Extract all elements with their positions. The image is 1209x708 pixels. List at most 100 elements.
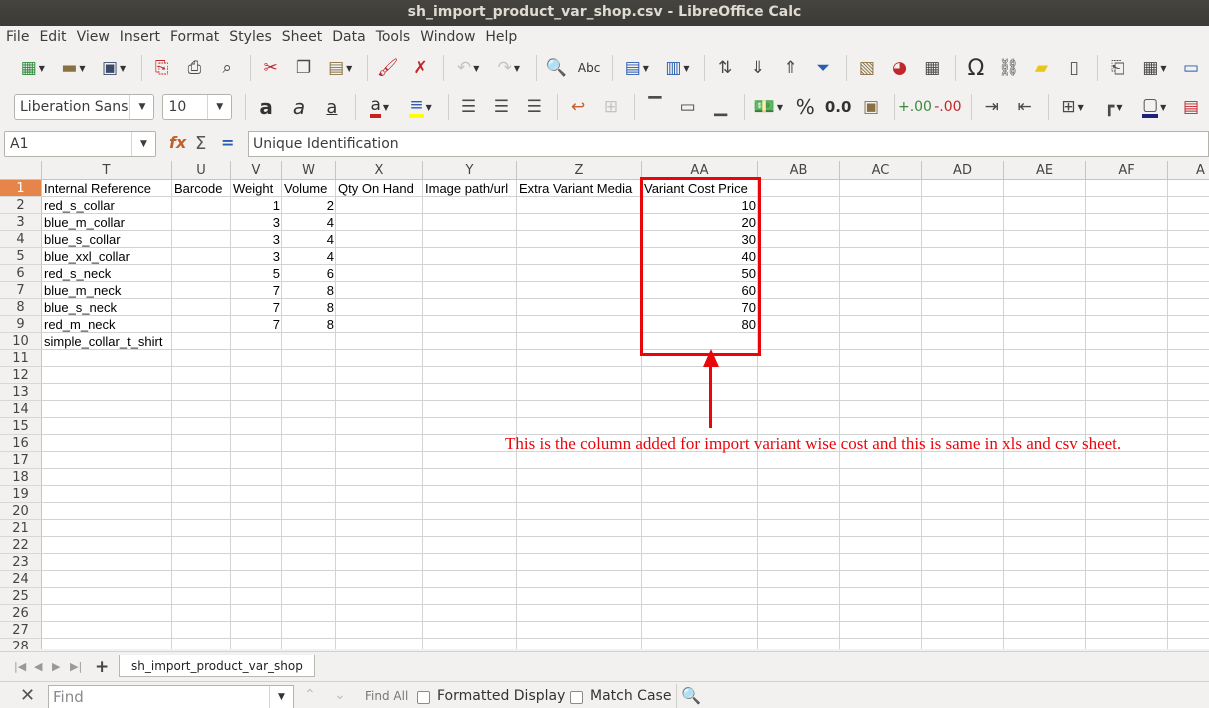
row-header[interactable]: 2 [0, 197, 42, 214]
copy-button[interactable]: ❐ [289, 54, 319, 82]
special-character-button[interactable]: Ω [961, 54, 991, 82]
percent-format-button[interactable]: % [790, 93, 820, 121]
cell-T7[interactable]: blue_m_neck [42, 282, 172, 299]
cell-T10[interactable]: simple_collar_t_shirt [42, 333, 202, 350]
export-pdf-button[interactable]: ⎘ [147, 54, 177, 82]
align-left-button[interactable]: ☰ [454, 93, 484, 121]
row-header[interactable]: 23 [0, 554, 42, 571]
align-bottom-button[interactable]: ▁ [706, 93, 736, 121]
chevron-down-icon[interactable]: ▼ [207, 95, 232, 119]
row-header[interactable]: 8 [0, 299, 42, 316]
row-header[interactable]: 3 [0, 214, 42, 231]
cell-W8[interactable]: 8 [282, 299, 336, 316]
menu-tools[interactable]: Tools [371, 26, 416, 48]
border-color-button[interactable]: ▢ ▼ [1135, 93, 1173, 121]
freeze-rows-button[interactable]: ▦ ▼ [1136, 54, 1174, 82]
formula-icon[interactable]: = [221, 133, 234, 152]
find-previous-icon[interactable]: ⌃ [304, 687, 316, 703]
sort-ascending-button[interactable]: ⇑ [776, 54, 806, 82]
cell-W6[interactable]: 6 [282, 265, 336, 282]
cut-button[interactable]: ✂ [256, 54, 286, 82]
column-header-AG[interactable]: A [1168, 161, 1209, 180]
row-header[interactable]: 12 [0, 367, 42, 384]
font-name-combo[interactable]: Liberation Sans ▼ [14, 94, 155, 120]
column-header-W[interactable]: W [282, 161, 336, 180]
row-header[interactable]: 20 [0, 503, 42, 520]
redo-button[interactable]: ↷ ▼ [490, 54, 528, 82]
spelling-button[interactable]: Abc [574, 54, 604, 82]
clear-formatting-button[interactable]: ✗ [406, 54, 436, 82]
conditional-format-button[interactable]: ▤ [1176, 93, 1206, 121]
cell-V8[interactable]: 7 [231, 299, 282, 316]
row-header[interactable]: 28 [0, 639, 42, 649]
close-icon[interactable]: ✕ [20, 685, 35, 706]
header-footer-button[interactable]: ▯ [1059, 54, 1089, 82]
menu-format[interactable]: Format [165, 26, 224, 48]
find-next-icon[interactable]: ⌄ [334, 687, 346, 703]
open-button[interactable]: ▬ ▼ [55, 54, 93, 82]
merge-cells-button[interactable]: ⊞ [596, 93, 626, 121]
print-button[interactable]: ⎙ [180, 54, 210, 82]
cell-V7[interactable]: 7 [231, 282, 282, 299]
select-all-corner[interactable] [0, 161, 42, 180]
find-replace-icon[interactable]: 🔍 [681, 686, 701, 705]
row-header[interactable]: 25 [0, 588, 42, 605]
row-header[interactable]: 14 [0, 401, 42, 418]
cell-T8[interactable]: blue_s_neck [42, 299, 172, 316]
cell-V4[interactable]: 3 [231, 231, 282, 248]
cell-W3[interactable]: 4 [282, 214, 336, 231]
first-sheet-icon[interactable]: |◀ [14, 660, 26, 673]
row-header[interactable]: 1 [0, 180, 42, 197]
cell-T1[interactable]: Internal Reference [42, 180, 172, 197]
font-color-button[interactable]: a ▼ [361, 93, 399, 121]
sort-button[interactable]: ⇅ [710, 54, 740, 82]
align-right-button[interactable]: ☰ [519, 93, 549, 121]
row-header[interactable]: 13 [0, 384, 42, 401]
column-header-V[interactable]: V [231, 161, 282, 180]
function-wizard-icon[interactable]: fx [169, 133, 186, 152]
cell-V3[interactable]: 3 [231, 214, 282, 231]
menu-styles[interactable]: Styles [224, 26, 276, 48]
print-preview-button[interactable]: ⌕ [212, 54, 242, 82]
row-header[interactable]: 19 [0, 486, 42, 503]
underline-button[interactable]: a [317, 93, 347, 121]
row-header[interactable]: 6 [0, 265, 42, 282]
column-header-AE[interactable]: AE [1004, 161, 1086, 180]
clone-formatting-button[interactable]: 🖌 [373, 54, 403, 82]
cell-U1[interactable]: Barcode [172, 180, 231, 197]
last-sheet-icon[interactable]: ▶| [70, 660, 82, 673]
column-header-AC[interactable]: AC [840, 161, 922, 180]
find-all-button[interactable]: Find All [365, 689, 408, 703]
align-middle-button[interactable]: ▭ [673, 93, 703, 121]
border-style-button[interactable]: ┏ ▼ [1094, 93, 1132, 121]
comment-button[interactable]: ▰ [1027, 54, 1057, 82]
menu-data[interactable]: Data [327, 26, 370, 48]
menu-file[interactable]: File [1, 26, 34, 48]
delete-decimal-button[interactable]: -.00 [933, 93, 963, 121]
previous-sheet-icon[interactable]: ◀ [34, 660, 42, 673]
row-header[interactable]: 7 [0, 282, 42, 299]
menu-insert[interactable]: Insert [115, 26, 165, 48]
name-box[interactable]: A1 ▼ [4, 131, 156, 157]
column-button[interactable]: ▥ ▼ [659, 54, 697, 82]
sheet-tab[interactable]: sh_import_product_var_shop [119, 655, 315, 677]
chevron-down-icon[interactable]: ▼ [269, 686, 293, 708]
sort-descending-button[interactable]: ⇓ [743, 54, 773, 82]
row-header[interactable]: 24 [0, 571, 42, 588]
chevron-down-icon[interactable]: ▼ [131, 132, 155, 156]
cell-T6[interactable]: red_s_neck [42, 265, 172, 282]
column-header-X[interactable]: X [336, 161, 423, 180]
define-print-area-button[interactable]: ⎗ [1103, 54, 1133, 82]
currency-format-button[interactable]: 💵 ▼ [750, 93, 788, 121]
bold-button[interactable]: a [251, 93, 281, 121]
spreadsheet-grid[interactable]: T U V W X Y Z AA AB AC AD AE AF A 1 2 3 … [0, 161, 1209, 649]
cell-Z1[interactable]: Extra Variant Media [517, 180, 642, 197]
row-header[interactable]: 26 [0, 605, 42, 622]
formatted-display-checkbox[interactable] [417, 691, 430, 704]
insert-image-button[interactable]: ▧ [852, 54, 882, 82]
decrease-indent-button[interactable]: ⇤ [1010, 93, 1040, 121]
menu-view[interactable]: View [72, 26, 115, 48]
cell-T4[interactable]: blue_s_collar [42, 231, 172, 248]
column-header-Y[interactable]: Y [423, 161, 517, 180]
cell-T3[interactable]: blue_m_collar [42, 214, 172, 231]
